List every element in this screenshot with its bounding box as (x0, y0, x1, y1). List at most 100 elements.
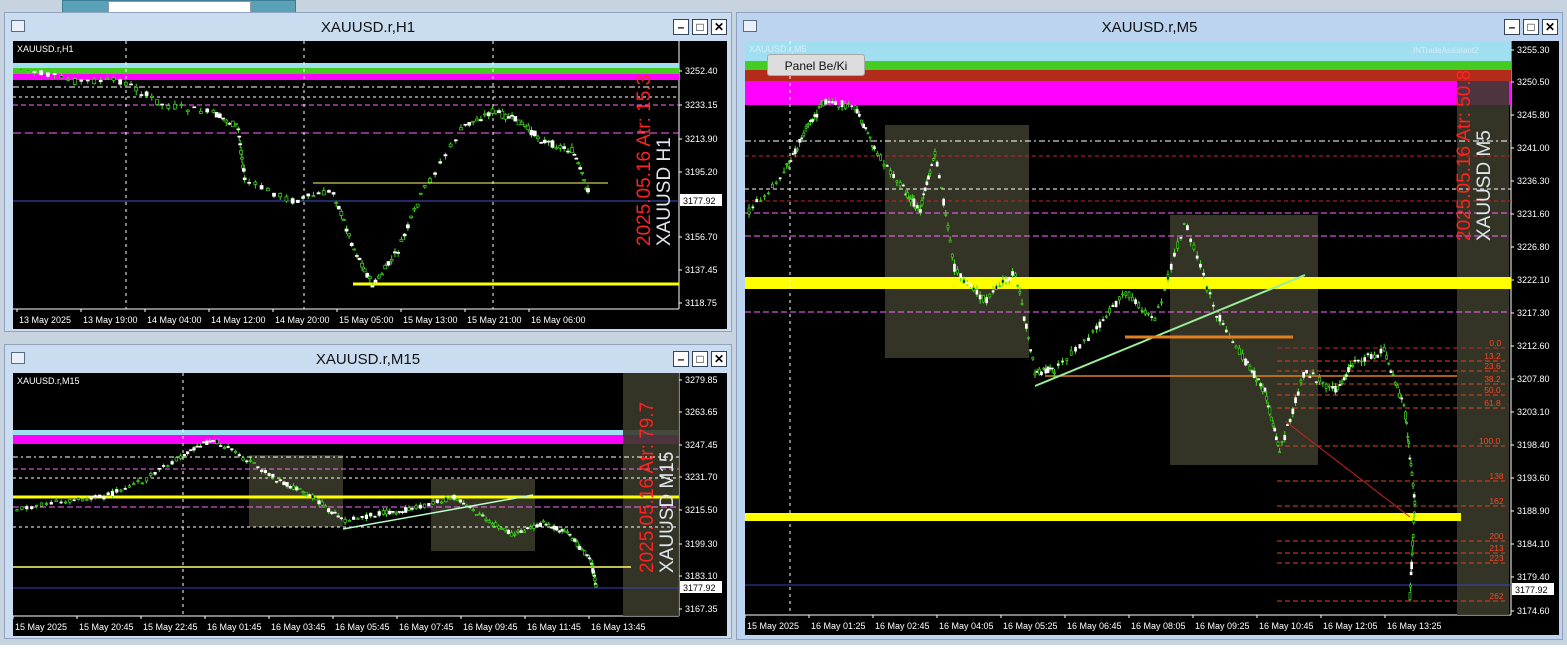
candle (811, 119, 814, 122)
candle (1278, 451, 1281, 454)
candle (68, 498, 72, 503)
candle (362, 268, 367, 273)
candle (157, 467, 161, 470)
price-chart[interactable]: 3279.85 3263.65 3247.45 3231.70 3215.50 3199.… (13, 373, 727, 636)
fib-level-label: 162 (1489, 496, 1503, 506)
candle (339, 211, 344, 216)
candle (52, 73, 57, 75)
candle (314, 497, 318, 501)
candle (1091, 330, 1095, 333)
title-bar[interactable]: XAUUSD.r,H1 – □ ✕ (5, 13, 731, 41)
candle (92, 78, 97, 85)
price-tick-label: 3156.70 (685, 232, 718, 242)
candle (391, 511, 395, 513)
chart-window-h1[interactable]: XAUUSD.r,H1 – □ ✕ 3252.40 3233.15 3213.90 3… (4, 12, 732, 332)
candle (1037, 368, 1041, 375)
candle (331, 192, 336, 195)
panel-be-ki-button[interactable]: Panel Be/Ki (767, 54, 865, 76)
candle (1275, 436, 1278, 441)
candle (418, 504, 422, 509)
atr-watermark: 2025.05.16 Atr: 79.7 (637, 402, 658, 573)
candle (267, 473, 271, 476)
close-button[interactable]: ✕ (1542, 19, 1558, 35)
candle (819, 102, 823, 105)
candle (237, 454, 241, 456)
candle (380, 273, 384, 276)
candle (907, 197, 911, 200)
minimize-button[interactable]: – (673, 19, 689, 35)
candle (263, 470, 267, 473)
candle (892, 174, 895, 178)
price-tick-label: 3195.20 (685, 167, 718, 177)
atr-watermark: 2025.05.16 Atr: 15.3 (634, 75, 655, 246)
candle (778, 177, 782, 180)
time-tick-label: 16 May 06:00 (531, 315, 586, 325)
candle (290, 198, 295, 204)
candle (453, 139, 458, 142)
candle (360, 262, 364, 268)
candle (1409, 571, 1413, 576)
candle (1261, 386, 1265, 393)
candle (486, 112, 491, 117)
minimize-button[interactable]: – (673, 351, 689, 367)
candle (1369, 354, 1373, 359)
candle (594, 584, 598, 588)
candle (123, 488, 127, 490)
window-tab-bar[interactable] (0, 645, 1567, 649)
candle (1121, 293, 1124, 296)
time-tick-label: 16 May 06:45 (1067, 621, 1122, 631)
candle (490, 108, 495, 114)
symbol-watermark: XAUUSD M5 (1474, 130, 1495, 241)
candle (582, 179, 586, 182)
candle (1286, 424, 1289, 426)
candle (414, 505, 418, 509)
candle (240, 157, 244, 160)
candle (153, 471, 157, 475)
candle (1342, 377, 1346, 381)
candle (192, 447, 196, 451)
maximize-button[interactable]: □ (692, 19, 708, 35)
close-button[interactable]: ✕ (711, 351, 727, 367)
price-chart[interactable]: 3252.40 3233.15 3213.90 3195.20 3177.92 3156.… (13, 41, 727, 329)
candle (882, 163, 886, 167)
candle (1405, 422, 1408, 424)
candle (568, 533, 572, 536)
candle (1221, 322, 1225, 325)
candle (64, 501, 68, 504)
time-tick-label: 13 May 2025 (19, 315, 71, 325)
price-tick-label: 3213.90 (685, 134, 718, 144)
candle (54, 499, 58, 503)
candle (965, 282, 969, 285)
candle (1273, 427, 1277, 432)
candle (1408, 457, 1412, 460)
minimize-button[interactable]: – (1504, 19, 1520, 35)
candle (1033, 372, 1037, 376)
candle (15, 509, 19, 512)
candle (1327, 385, 1331, 388)
candle (982, 295, 985, 303)
candle (459, 127, 463, 131)
price-chart[interactable]: 3255.30 3250.50 3245.80 3241.00 3236.30 3231.… (745, 41, 1559, 635)
chart-window-m5[interactable]: XAUUSD.r,M5 – □ ✕ 3255.30 3250.50 3245.80 3… (736, 12, 1563, 640)
maximize-button[interactable]: □ (1523, 19, 1539, 35)
candle (1389, 370, 1393, 373)
price-zone (13, 435, 679, 444)
chart-window-m15[interactable]: XAUUSD.r,M15 – □ ✕ 3279.85 3263.65 3247.45… (4, 344, 732, 639)
candle (815, 113, 819, 118)
maximize-button[interactable]: □ (692, 351, 708, 367)
candle (1266, 405, 1270, 408)
candle (1040, 371, 1043, 376)
price-tick-label: 3212.60 (1517, 341, 1550, 351)
candle (580, 172, 585, 174)
candle (1413, 500, 1417, 505)
candle (463, 123, 468, 126)
title-bar[interactable]: XAUUSD.r,M5 – □ ✕ (737, 13, 1562, 41)
candle (572, 153, 577, 156)
candle (462, 502, 466, 505)
candle (93, 495, 98, 498)
title-bar[interactable]: XAUUSD.r,M15 – □ ✕ (5, 345, 731, 373)
candle (1393, 382, 1397, 385)
candle (484, 518, 488, 521)
close-button[interactable]: ✕ (711, 19, 727, 35)
candle (327, 190, 331, 193)
